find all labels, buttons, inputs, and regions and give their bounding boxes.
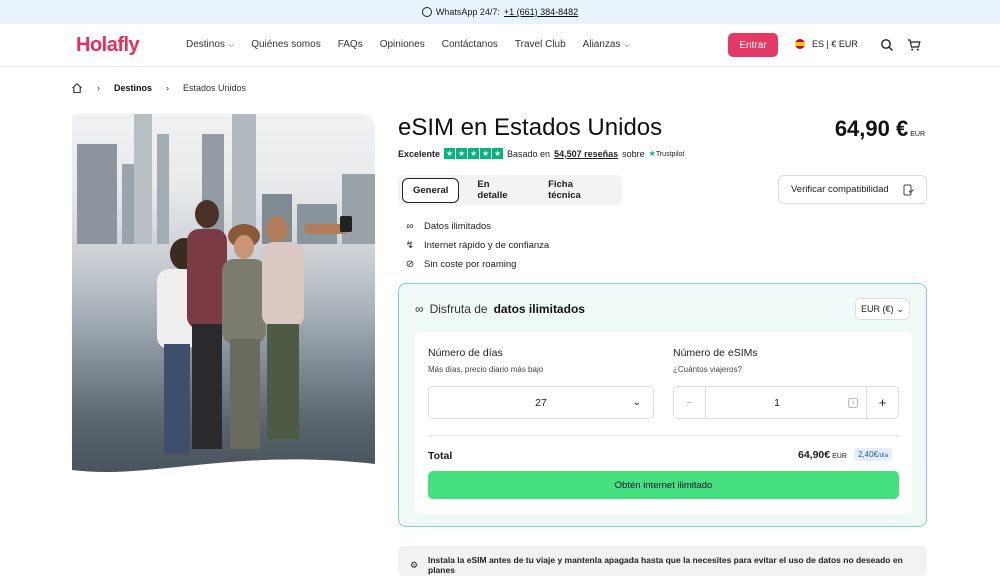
chevron-right-icon: ›: [166, 83, 170, 93]
tab-ficha-tecnica[interactable]: Ficha técnica: [538, 173, 618, 207]
breadcrumb-destinos[interactable]: Destinos: [114, 83, 152, 93]
nav-item-quienes-somos[interactable]: Quiénes somos: [251, 39, 320, 50]
chevron-down-icon: ⌵: [228, 42, 235, 49]
locale-label: ES | € EUR: [812, 39, 858, 49]
whatsapp-phone-link[interactable]: +1 (661) 384-8482: [504, 7, 578, 17]
feature-label: Internet rápido y de confianza: [424, 240, 550, 251]
notice-text: Instala la eSIM antes de tu viaje y mant…: [428, 555, 903, 575]
plan-heading-prefix: Disfruta de: [429, 302, 488, 316]
nav-label: Destinos: [186, 39, 225, 50]
login-button[interactable]: Entrar: [728, 33, 778, 57]
esims-sublabel: ¿Cuántos viajeros?: [673, 365, 742, 374]
chevron-right-icon: ›: [97, 83, 100, 93]
currency-label: EUR (€): [860, 304, 894, 314]
whatsapp-icon: [421, 7, 432, 17]
spain-flag-icon: [795, 39, 805, 49]
days-value: 27: [535, 396, 547, 409]
breadcrumb-current: Estados Unidos: [183, 83, 247, 93]
rating-label: Excelente: [398, 148, 441, 159]
esims-quantity-stepper: − 1 ↕ +: [673, 386, 899, 419]
trustpilot-label: Trustpilot: [655, 151, 685, 158]
based-on-label: Basado en: [507, 148, 551, 159]
breadcrumb: › Destinos › Estados Unidos: [71, 82, 246, 94]
days-select[interactable]: 27 ⌄: [428, 386, 654, 419]
verify-label: Verificar compatibilidad: [791, 184, 889, 195]
nav-item-opiniones[interactable]: Opiniones: [380, 39, 425, 50]
buy-button[interactable]: Obtén internet ilimitado: [428, 471, 899, 499]
whatsapp-label: WhatsApp 24/7:: [435, 7, 500, 17]
trustpilot-logo: ★Trustpilot: [648, 149, 685, 158]
rating-stars: ★ ★ ★ ★ ★: [444, 148, 504, 159]
reviews-link[interactable]: 54,507 reseñas: [554, 149, 618, 159]
days-sublabel: Más días, precio diario más bajo: [428, 365, 544, 374]
feature-item: ∞ Datos ilimitados: [404, 217, 549, 236]
plan-heading: ∞ Disfruta de datos ilimitados: [415, 302, 585, 316]
info-icon: ⚙: [410, 560, 419, 570]
feature-list: ∞ Datos ilimitados ↯ Internet rápido y d…: [404, 217, 549, 274]
bolt-icon: ↯: [405, 240, 415, 251]
star-icon: ★: [456, 148, 468, 159]
total-currency: EUR: [832, 453, 847, 460]
nav-item-alianzas[interactable]: Alianzas ⌵: [583, 39, 630, 50]
no-roaming-icon: ⊘: [405, 259, 415, 270]
divider: [428, 435, 899, 436]
star-icon: ★: [492, 148, 504, 159]
total-value: 64,90€ EUR: [798, 449, 847, 461]
total-label: Total: [428, 450, 453, 462]
chevron-down-icon: ⌵: [624, 42, 630, 49]
infinity-icon: ∞: [415, 302, 424, 316]
whatsapp-bar: WhatsApp 24/7: +1 (661) 384-8482: [0, 0, 1000, 24]
infinity-icon: ∞: [406, 221, 414, 232]
cart-icon[interactable]: [907, 38, 921, 52]
nav-item-destinos[interactable]: Destinos ⌵: [186, 39, 234, 50]
star-icon: ★: [468, 148, 480, 159]
locale-selector[interactable]: ES | € EUR: [795, 39, 858, 49]
star-icon: ★: [480, 148, 492, 159]
verify-compatibility-button[interactable]: Verificar compatibilidad: [778, 175, 927, 204]
chevron-down-icon: ⌄: [896, 303, 905, 314]
esims-value[interactable]: 1: [706, 397, 848, 409]
chevron-down-icon: ⌄: [632, 397, 641, 408]
star-icon: ★: [444, 148, 456, 159]
price-value: 64,90 €: [834, 116, 909, 141]
per-day-unit: /día: [878, 453, 889, 459]
plan-heading-bold: datos ilimitados: [493, 302, 585, 316]
decrement-button[interactable]: −: [674, 387, 706, 418]
nav-item-travel-club[interactable]: Travel Club: [515, 39, 566, 50]
search-icon[interactable]: [880, 38, 894, 52]
price-currency: EUR: [910, 131, 925, 138]
product-price: 64,90 € EUR: [835, 116, 925, 142]
plan-options-panel: Número de días Más días, precio diario m…: [415, 332, 912, 514]
increment-button[interactable]: +: [866, 387, 898, 418]
feature-item: ⊘ Sin coste por roaming: [404, 255, 549, 274]
home-icon[interactable]: [71, 82, 83, 94]
plan-configurator: ∞ Disfruta de datos ilimitados EUR (€) ⌄…: [398, 283, 927, 527]
main-nav: Destinos ⌵ Quiénes somos FAQs Opiniones C…: [186, 39, 630, 50]
phone-check-icon: [903, 184, 914, 195]
holafly-logo[interactable]: Holafly: [76, 34, 140, 57]
product-tabs: General En detalle Ficha técnica: [398, 175, 622, 205]
days-label: Número de días: [428, 347, 503, 359]
tab-general[interactable]: General: [402, 177, 460, 203]
nav-item-faqs[interactable]: FAQs: [338, 39, 363, 50]
on-label: sobre: [622, 148, 645, 159]
currency-select[interactable]: EUR (€) ⌄: [855, 298, 910, 320]
feature-item: ↯ Internet rápido y de confianza: [404, 236, 549, 255]
install-notice: ⚙ Instala la eSIM antes de tu viaje y ma…: [398, 546, 927, 576]
feature-label: Datos ilimitados: [424, 221, 492, 232]
price-per-day-badge: 2,40€/día: [854, 448, 893, 461]
tab-en-detalle[interactable]: En detalle: [467, 173, 532, 207]
product-title: eSIM en Estados Unidos: [398, 114, 663, 141]
nav-item-contactanos[interactable]: Contáctanos: [442, 39, 498, 50]
site-header: Holafly Destinos ⌵ Quiénes somos FAQs Opi…: [0, 24, 1000, 67]
feature-label: Sin coste por roaming: [424, 259, 517, 270]
esims-label: Número de eSIMs: [673, 347, 758, 359]
per-day-amount: 2,40€: [858, 450, 879, 459]
total-amount: 64,90€: [798, 449, 831, 461]
spinner-icon[interactable]: ↕: [848, 397, 858, 408]
nav-label: Alianzas: [582, 39, 621, 50]
product-hero-image: [72, 114, 375, 480]
trustpilot-rating: Excelente ★ ★ ★ ★ ★ Basado en 54,507 res…: [398, 148, 684, 159]
